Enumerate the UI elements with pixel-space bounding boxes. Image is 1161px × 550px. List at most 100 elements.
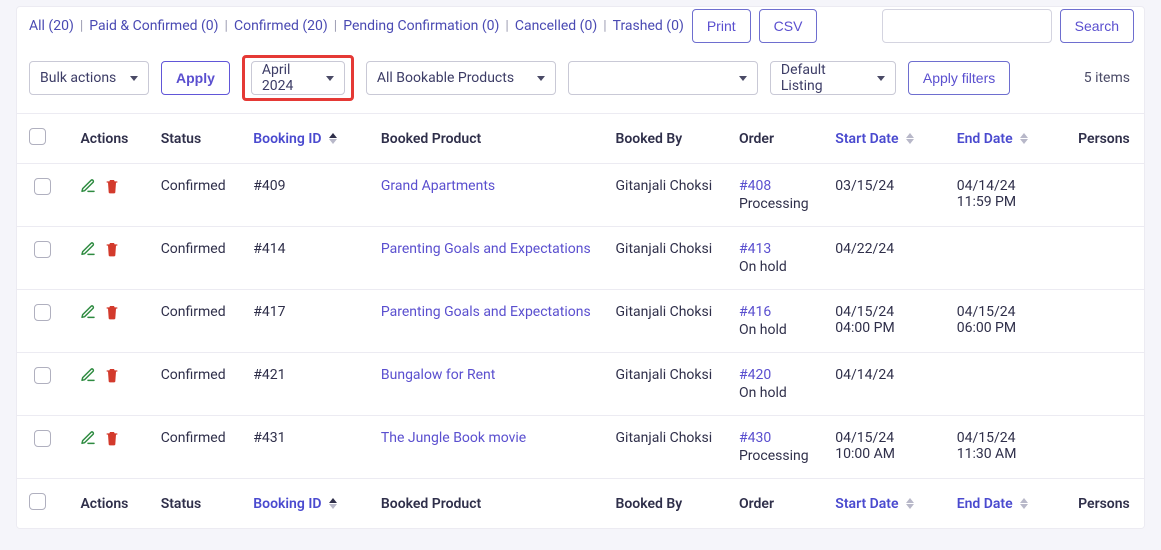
order-link[interactable]: #408 [739, 178, 811, 194]
product-link[interactable]: Bungalow for Rent [381, 367, 495, 383]
chevron-down-icon [326, 76, 334, 81]
sort-icon [1020, 133, 1028, 144]
extra-select[interactable] [568, 61, 758, 95]
select-all-checkbox-footer[interactable] [29, 493, 46, 510]
cell-end-date: 04/14/2411:59 PM [945, 164, 1066, 227]
filter-trashed[interactable]: Trashed (0) [613, 18, 684, 34]
cell-booked-by: Gitanjali Choksi [604, 227, 727, 290]
csv-button[interactable]: CSV [759, 9, 818, 43]
col-booking-id[interactable]: Booking ID [241, 114, 369, 164]
cell-booked-by: Gitanjali Choksi [604, 416, 727, 479]
row-checkbox[interactable] [34, 430, 51, 447]
filter-paid-confirmed-count: 0 [206, 18, 214, 34]
product-link[interactable]: Grand Apartments [381, 178, 495, 194]
filter-confirmed-count: 20 [307, 18, 323, 34]
sort-icon [329, 133, 337, 144]
trash-icon[interactable] [104, 367, 120, 383]
print-button[interactable]: Print [692, 9, 751, 43]
search-input[interactable] [882, 9, 1052, 43]
col-check-footer [17, 479, 68, 529]
col-start-date-footer[interactable]: Start Date [823, 479, 944, 529]
edit-icon[interactable] [80, 430, 96, 446]
trash-icon[interactable] [104, 241, 120, 257]
cell-status: Confirmed [149, 227, 242, 290]
bulk-actions-select[interactable]: Bulk actions [29, 61, 149, 95]
col-end-date[interactable]: End Date [945, 114, 1066, 164]
filter-sep: | [80, 18, 83, 34]
edit-icon[interactable] [80, 241, 96, 257]
filter-cancelled-count: 0 [584, 18, 592, 34]
product-link[interactable]: The Jungle Book movie [381, 430, 526, 446]
product-select[interactable]: All Bookable Products [366, 61, 556, 95]
cell-end-date: 04/15/2411:30 AM [945, 416, 1066, 479]
cell-booking-id: #414 [241, 227, 369, 290]
order-link[interactable]: #430 [739, 430, 811, 446]
col-status: Status [149, 114, 242, 164]
row-checkbox[interactable] [34, 178, 51, 195]
row-checkbox[interactable] [34, 304, 51, 321]
apply-filters-button[interactable]: Apply filters [908, 61, 1010, 95]
edit-icon[interactable] [80, 367, 96, 383]
order-link[interactable]: #420 [739, 367, 811, 383]
cell-end-date [945, 353, 1066, 416]
col-booked-product: Booked Product [369, 114, 604, 164]
col-end-date-footer[interactable]: End Date [945, 479, 1066, 529]
trash-icon[interactable] [104, 430, 120, 446]
cell-persons [1066, 290, 1144, 353]
trash-icon[interactable] [104, 304, 120, 320]
order-link[interactable]: #416 [739, 304, 811, 320]
order-link[interactable]: #413 [739, 241, 811, 257]
cell-booked-by: Gitanjali Choksi [604, 353, 727, 416]
filter-all-count: 20 [53, 18, 69, 34]
filter-pending[interactable]: Pending Confirmation (0) [343, 18, 499, 34]
col-start-date-label: Start Date [835, 131, 898, 147]
cell-booking-id: #409 [241, 164, 369, 227]
filter-cancelled[interactable]: Cancelled (0) [515, 18, 597, 34]
edit-icon[interactable] [80, 178, 96, 194]
month-select-label: April 2024 [262, 62, 316, 94]
cell-start-date: 03/15/24 [823, 164, 944, 227]
order-status: On hold [739, 259, 811, 275]
filter-sep: | [225, 18, 228, 34]
cell-start-date: 04/15/2404:00 PM [823, 290, 944, 353]
row-checkbox[interactable] [34, 241, 51, 258]
filter-confirmed-label: Confirmed [234, 18, 299, 34]
month-select[interactable]: April 2024 [251, 61, 345, 95]
col-order-footer: Order [727, 479, 823, 529]
apply-button[interactable]: Apply [161, 61, 230, 95]
col-persons-footer: Persons [1066, 479, 1144, 529]
cell-status: Confirmed [149, 290, 242, 353]
edit-icon[interactable] [80, 304, 96, 320]
row-checkbox[interactable] [34, 367, 51, 384]
col-end-date-label: End Date [957, 131, 1013, 147]
cell-persons [1066, 164, 1144, 227]
search-button[interactable]: Search [1060, 9, 1134, 43]
filter-paid-confirmed-label: Paid & Confirmed [89, 18, 197, 34]
col-actions: Actions [68, 114, 148, 164]
product-link[interactable]: Parenting Goals and Expectations [381, 241, 591, 257]
cell-persons [1066, 353, 1144, 416]
cell-persons [1066, 416, 1144, 479]
filter-pending-label: Pending Confirmation [343, 18, 478, 34]
filter-trashed-count: 0 [671, 18, 679, 34]
col-start-date[interactable]: Start Date [823, 114, 944, 164]
bulk-actions-label: Bulk actions [40, 70, 116, 86]
filter-confirmed[interactable]: Confirmed (20) [234, 18, 328, 34]
item-count: 5 items [1084, 70, 1134, 86]
col-check [17, 114, 68, 164]
filter-pending-count: 0 [487, 18, 495, 34]
listing-select[interactable]: Default Listing [770, 61, 896, 95]
chevron-down-icon [130, 76, 138, 81]
order-status: On hold [739, 322, 811, 338]
cell-booked-by: Gitanjali Choksi [604, 164, 727, 227]
product-link[interactable]: Parenting Goals and Expectations [381, 304, 591, 320]
col-booked-by-footer: Booked By [604, 479, 727, 529]
select-all-checkbox[interactable] [29, 128, 46, 145]
status-filter-links: All (20) | Paid & Confirmed (0) | Confir… [29, 18, 684, 34]
order-status: Processing [739, 196, 811, 212]
col-booking-id-footer[interactable]: Booking ID [241, 479, 369, 529]
cell-booking-id: #431 [241, 416, 369, 479]
filter-all[interactable]: All (20) [29, 18, 74, 34]
filter-paid-confirmed[interactable]: Paid & Confirmed (0) [89, 18, 218, 34]
trash-icon[interactable] [104, 178, 120, 194]
